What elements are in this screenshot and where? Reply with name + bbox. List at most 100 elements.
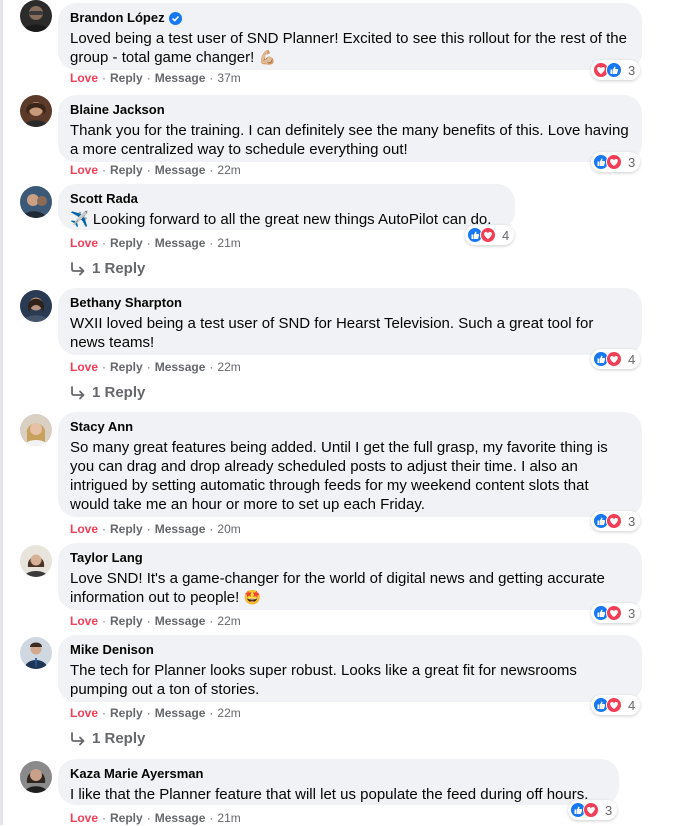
reply-button[interactable]: Reply: [110, 705, 143, 721]
message-button[interactable]: Message: [155, 70, 206, 86]
reaction-summary[interactable]: 3: [591, 152, 641, 172]
comment-text: Loved being a test user of SND Planner! …: [70, 30, 627, 66]
view-replies-link[interactable]: 1 Reply: [70, 730, 145, 747]
comment-bubble: Bethany Sharpton WXII loved being a test…: [58, 288, 642, 355]
comment-timestamp[interactable]: 21m: [217, 810, 240, 826]
like-thumb-icon: [606, 62, 622, 78]
comment-author[interactable]: Blaine Jackson: [70, 102, 165, 118]
avatar[interactable]: [20, 414, 52, 446]
message-button[interactable]: Message: [155, 162, 206, 178]
heart-icon: [583, 802, 599, 818]
love-button[interactable]: Love: [70, 235, 98, 251]
reaction-count: 4: [628, 351, 636, 367]
love-button[interactable]: Love: [70, 162, 98, 178]
heart-icon: [606, 513, 622, 529]
comment-bubble: Scott Rada ✈️ Looking forward to all the…: [58, 184, 515, 230]
comment-text: So many great features being added. Unti…: [70, 439, 608, 513]
reply-button[interactable]: Reply: [110, 359, 143, 375]
comment-author[interactable]: Brandon López: [70, 10, 165, 26]
heart-icon: [480, 227, 496, 243]
reply-arrow-icon: [71, 731, 85, 745]
reaction-summary[interactable]: 3: [591, 60, 641, 80]
message-button[interactable]: Message: [155, 613, 206, 629]
comment-actions: Love · Reply · Message · 21m: [70, 810, 241, 826]
view-replies-link[interactable]: 1 Reply: [70, 384, 145, 401]
avatar[interactable]: [20, 290, 52, 322]
comment-actions: Love · Reply · Message · 22m: [70, 705, 241, 721]
love-button[interactable]: Love: [70, 70, 98, 86]
reaction-summary[interactable]: 3: [591, 511, 641, 531]
love-button[interactable]: Love: [70, 705, 98, 721]
replies-count: 1 Reply: [92, 260, 146, 277]
reply-button[interactable]: Reply: [110, 162, 143, 178]
reply-arrow-icon: [71, 385, 85, 399]
replies-count: 1 Reply: [92, 384, 146, 401]
heart-icon: [606, 154, 622, 170]
verified-badge-icon: [168, 11, 182, 25]
comment-timestamp[interactable]: 20m: [217, 521, 240, 537]
comment-actions: Love · Reply · Message · 21m: [70, 235, 241, 251]
heart-icon: [606, 697, 622, 713]
reaction-summary[interactable]: 4: [465, 225, 515, 245]
avatar[interactable]: [20, 637, 52, 669]
message-button[interactable]: Message: [155, 810, 206, 826]
reaction-summary[interactable]: 3: [568, 800, 618, 820]
comment-bubble: Blaine Jackson Thank you for the trainin…: [58, 95, 642, 162]
avatar[interactable]: [20, 186, 52, 218]
comment-actions: Love · Reply · Message · 22m: [70, 162, 241, 178]
love-button[interactable]: Love: [70, 521, 98, 537]
view-replies-link[interactable]: 1 Reply: [70, 260, 145, 277]
message-button[interactable]: Message: [155, 705, 206, 721]
heart-icon: [606, 605, 622, 621]
avatar[interactable]: [20, 0, 52, 32]
reaction-summary[interactable]: 4: [591, 695, 641, 715]
comment-bubble: Taylor Lang Love SND! It's a game-change…: [58, 543, 642, 610]
reply-button[interactable]: Reply: [110, 521, 143, 537]
reply-button[interactable]: Reply: [110, 235, 143, 251]
comment-actions: Love · Reply · Message · 22m: [70, 613, 241, 629]
comment-timestamp[interactable]: 22m: [217, 705, 240, 721]
comment-text: WXII loved being a test user of SND for …: [70, 315, 594, 351]
reaction-count: 3: [628, 605, 636, 621]
flexed-biceps-emoji: 💪🏼: [258, 49, 276, 65]
comment-bubble: Kaza Marie Ayersman I like that the Plan…: [58, 759, 619, 805]
comment-text: ✈️ Looking forward to all the great new …: [70, 211, 492, 228]
message-button[interactable]: Message: [155, 235, 206, 251]
avatar[interactable]: [20, 761, 52, 793]
thread-rule: [0, 0, 3, 825]
comment-bubble: Stacy Ann So many great features being a…: [58, 412, 642, 517]
reply-button[interactable]: Reply: [110, 810, 143, 826]
star-struck-emoji: 🤩: [243, 589, 261, 605]
love-button[interactable]: Love: [70, 613, 98, 629]
reply-button[interactable]: Reply: [110, 70, 143, 86]
comment-bubble: Brandon López Loved being a test user of…: [58, 3, 642, 70]
comment-timestamp[interactable]: 22m: [217, 359, 240, 375]
comment-author[interactable]: Scott Rada: [70, 191, 138, 207]
comment-author[interactable]: Kaza Marie Ayersman: [70, 766, 203, 782]
message-button[interactable]: Message: [155, 359, 206, 375]
reaction-summary[interactable]: 4: [591, 349, 641, 369]
comment-timestamp[interactable]: 22m: [217, 162, 240, 178]
message-button[interactable]: Message: [155, 521, 206, 537]
reaction-count: 4: [502, 227, 510, 243]
heart-icon: [606, 351, 622, 367]
comment-actions: Love · Reply · Message · 20m: [70, 521, 241, 537]
comment-text: Thank you for the training. I can defini…: [70, 122, 629, 158]
comment-author[interactable]: Taylor Lang: [70, 550, 143, 566]
reaction-summary[interactable]: 3: [591, 603, 641, 623]
comment-timestamp[interactable]: 22m: [217, 613, 240, 629]
comment-text: The tech for Planner looks super robust.…: [70, 662, 577, 698]
reply-button[interactable]: Reply: [110, 613, 143, 629]
comment-author[interactable]: Mike Denison: [70, 642, 154, 658]
comment-timestamp[interactable]: 21m: [217, 235, 240, 251]
comment-author[interactable]: Bethany Sharpton: [70, 295, 182, 311]
comment-actions: Love · Reply · Message · 22m: [70, 359, 241, 375]
avatar[interactable]: [20, 95, 52, 127]
comment-author[interactable]: Stacy Ann: [70, 419, 133, 435]
love-button[interactable]: Love: [70, 359, 98, 375]
love-button[interactable]: Love: [70, 810, 98, 826]
avatar[interactable]: [20, 545, 52, 577]
comment-timestamp[interactable]: 37m: [217, 70, 240, 86]
comment-text: I like that the Planner feature that wil…: [70, 786, 589, 803]
reaction-count: 3: [628, 154, 636, 170]
